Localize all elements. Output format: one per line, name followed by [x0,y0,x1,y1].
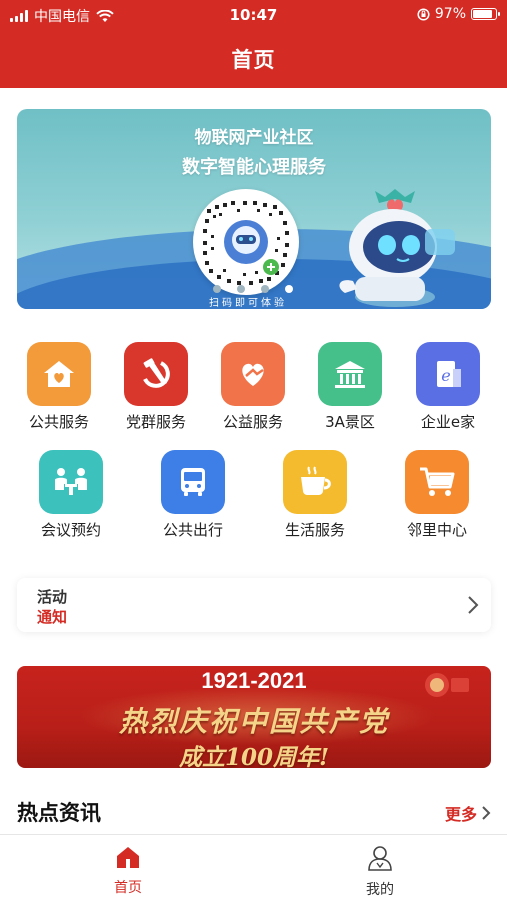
banner-sub-text: 成立100周年! [178,744,330,768]
banner-main-text: 热烈庆祝中国共产党 [118,705,389,738]
tab-mine[interactable]: 我的 [320,845,440,899]
status-right: 97% [417,6,500,22]
carousel-indicators[interactable] [213,285,293,293]
hammer-sickle-icon [124,342,188,406]
carousel-dot[interactable] [237,285,245,293]
qr-caption: 扫码即可体验 [209,298,287,309]
coffee-cup-icon [283,450,347,514]
service-label: 会议预约 [40,521,101,539]
service-label: 公益服务 [222,413,283,431]
bottom-tab-bar: 首页 我的 [0,834,507,900]
carousel-dot[interactable] [285,285,293,293]
service-house-heart[interactable]: 公共服务 [9,342,109,432]
battery-percent: 97% [434,6,466,22]
service-meeting[interactable]: 会议预约 [21,450,121,540]
hero-subtitle: 数字智能心理服务 [182,157,326,178]
qr-code-icon [203,201,289,285]
carousel-dot[interactable] [261,285,269,293]
service-building-e[interactable]: e 企业e家 [398,342,498,432]
service-label: 党群服务 [125,413,186,431]
anniversary-banner[interactable]: 1921-2021 热烈庆祝中国共产党 成立100周年! [17,666,491,768]
activity-notice-bar[interactable]: 活动 通知 [17,578,491,632]
service-grid-row1: 公共服务 党群服务 公益服务 3A景区 e 企业e家 [0,342,507,432]
service-label: 3A景区 [325,413,375,431]
building-e-icon: e [416,342,480,406]
battery-icon [471,8,500,20]
carousel-dot[interactable] [213,285,221,293]
qr-code[interactable] [193,189,299,295]
service-bus[interactable]: 公共出行 [143,450,243,540]
tab-home-label: 首页 [114,880,142,896]
temple-icon [318,342,382,406]
house-heart-icon [27,342,91,406]
service-label: 生活服务 [284,521,345,539]
notice-label-activity: 活动 [37,588,68,606]
notice-label-notification: 通知 [37,608,68,626]
hero-title: 物联网产业社区 [194,128,314,148]
page-title: 首页 [231,48,276,72]
app-header: 首页 [0,30,507,88]
more-link[interactable]: 更多 [445,801,491,825]
robot-mascot-icon [339,189,455,307]
svg-text:e: e [441,366,450,385]
home-icon [117,847,139,868]
user-icon [368,846,392,871]
tab-mine-label: 我的 [366,882,394,898]
service-heart-hand[interactable]: 公益服务 [203,342,303,432]
service-temple[interactable]: 3A景区 [300,342,400,432]
more-label: 更多 [444,805,477,824]
orientation-lock-icon [417,7,430,21]
meeting-icon [39,450,103,514]
service-label: 公共服务 [28,413,89,431]
shopping-cart-icon [405,450,469,514]
service-label: 企业e家 [420,413,476,431]
service-label: 邻里中心 [406,521,467,539]
chevron-right-icon [482,806,491,820]
service-grid-row2: 会议预约 公共出行 生活服务 邻里中心 [0,450,507,540]
tab-home[interactable]: 首页 [68,845,188,897]
chevron-right-icon[interactable] [467,595,479,615]
service-hammer-sickle[interactable]: 党群服务 [106,342,206,432]
hot-news-header: 热点资讯 更多 [17,795,491,831]
service-shopping-cart[interactable]: 邻里中心 [387,450,487,540]
hero-banner[interactable]: 物联网产业社区 数字智能心理服务 扫码即可体验 [17,109,491,309]
service-coffee-cup[interactable]: 生活服务 [265,450,365,540]
status-bar: 中国电信 10:47 97% [0,0,507,30]
banner-years: 1921-2021 [201,668,307,693]
service-label: 公共出行 [162,521,223,539]
bus-icon [161,450,225,514]
section-title: 热点资讯 [17,801,101,825]
heart-hand-icon [221,342,285,406]
